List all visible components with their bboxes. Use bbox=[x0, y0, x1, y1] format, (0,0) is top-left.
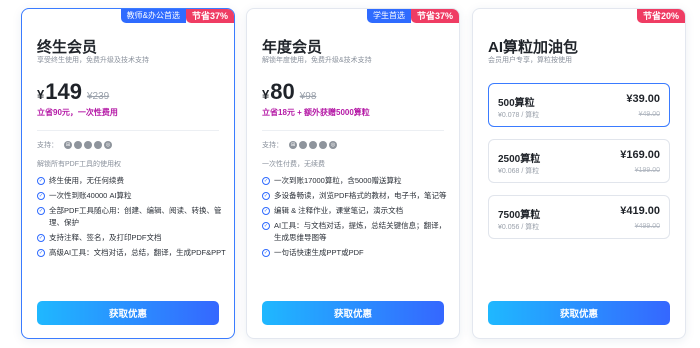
feature-text: 一次到账17000算粒，含5000赠送算粒 bbox=[274, 176, 402, 185]
windows-icon: ⊞ bbox=[289, 141, 297, 149]
feature-item: ✓ 一次到账17000算粒，含5000赠送算粒 bbox=[262, 175, 452, 187]
web-icon: ◎ bbox=[329, 141, 337, 149]
option-unit-price: ¥0.068 / 算粒 bbox=[498, 168, 540, 175]
feature-text: 支持注释、签名，及打印PDF文档 bbox=[49, 233, 162, 242]
divider bbox=[262, 130, 444, 131]
web-icon: ◎ bbox=[104, 141, 112, 149]
currency-symbol: ¥ bbox=[37, 87, 45, 102]
badge-primary: 教师&办公首选 bbox=[120, 9, 186, 23]
badge-primary: 学生首选 bbox=[366, 9, 411, 23]
plan-title: AI算粒加油包 bbox=[488, 39, 579, 56]
credit-option-2500[interactable]: 2500算粒 ¥0.068 / 算粒 ¥169.00 ¥199.00 bbox=[488, 139, 670, 183]
plan-note: 解锁所有PDF工具的使用权 bbox=[37, 161, 121, 168]
option-name: 2500算粒 bbox=[498, 154, 541, 165]
support-label: 支持： bbox=[262, 142, 283, 149]
check-icon: ✓ bbox=[37, 234, 45, 242]
check-icon: ✓ bbox=[37, 192, 45, 200]
price-amount: 149 bbox=[45, 79, 82, 104]
plan-title: 年度会员 bbox=[262, 39, 323, 56]
credit-option-500[interactable]: 500算粒 ¥0.078 / 算粒 ¥39.00 ¥49.00 bbox=[488, 83, 670, 127]
option-unit-price: ¥0.056 / 算粒 bbox=[498, 224, 540, 231]
feature-item: ✓ 全部PDF工具随心用：创建、编辑、阅读、转换、管理、保护 bbox=[37, 205, 227, 229]
check-icon: ✓ bbox=[262, 222, 270, 230]
plan-subtitle: 解锁年度使用，免费升级&技术支持 bbox=[262, 57, 372, 64]
option-price: ¥39.00 bbox=[626, 93, 660, 105]
feature-text: 多设备畅读，浏览PDF格式的教材，电子书，笔记等 bbox=[274, 191, 447, 200]
plan-title: 终生会员 bbox=[37, 39, 98, 56]
get-offer-button[interactable]: 获取优惠 bbox=[262, 301, 444, 325]
feature-text: 一句话快速生成PPT或PDF bbox=[274, 248, 364, 257]
option-price: ¥419.00 bbox=[620, 205, 660, 217]
credit-option-7500[interactable]: 7500算粒 ¥0.056 / 算粒 ¥419.00 ¥499.00 bbox=[488, 195, 670, 239]
windows-icon: ⊞ bbox=[64, 141, 72, 149]
discount-badge: 节省37% bbox=[185, 9, 234, 23]
check-icon: ✓ bbox=[37, 249, 45, 257]
feature-text: 一次性到账40000 AI算粒 bbox=[49, 191, 132, 200]
option-original-price: ¥499.00 bbox=[634, 223, 660, 230]
discount-badge: 节省20% bbox=[636, 9, 685, 23]
feature-item: ✓ 一句话快速生成PPT或PDF bbox=[262, 247, 452, 259]
feature-text: 终生使用，无任何续费 bbox=[49, 176, 124, 185]
get-offer-button[interactable]: 获取优惠 bbox=[37, 301, 219, 325]
plan-card-ai-credits[interactable]: 节省20% AI算粒加油包 会员用户专享，算粒按使用 500算粒 ¥0.078 … bbox=[472, 8, 686, 339]
plan-price: ¥ 149 ¥239 bbox=[37, 79, 109, 105]
platform-support: 支持： ⊞ ◎ bbox=[262, 140, 339, 150]
get-offer-button[interactable]: 获取优惠 bbox=[488, 301, 670, 325]
apple-icon bbox=[299, 141, 307, 149]
promo-text: 立省18元 + 额外获赠5000算粒 bbox=[262, 108, 370, 117]
plan-card-lifetime[interactable]: 教师&办公首选 节省37% 终生会员 享受终生使用，免费升级及技术支持 ¥ 14… bbox=[21, 8, 235, 339]
check-icon: ✓ bbox=[37, 207, 45, 215]
badge-group: 学生首选 节省37% bbox=[366, 9, 459, 23]
ios-icon bbox=[94, 141, 102, 149]
feature-item: ✓ 高级AI工具：文档对话，总结，翻译，生成PDF&PPT bbox=[37, 247, 227, 259]
plan-subtitle: 享受终生使用，免费升级及技术支持 bbox=[37, 57, 149, 64]
apple-icon bbox=[74, 141, 82, 149]
option-name: 500算粒 bbox=[498, 98, 535, 109]
feature-item: ✓ 终生使用，无任何续费 bbox=[37, 175, 227, 187]
ios-icon bbox=[319, 141, 327, 149]
option-original-price: ¥49.00 bbox=[638, 111, 660, 118]
feature-item: ✓ AI工具：与文档对话，提炼，总结关键信息；翻译，生成思维导图等 bbox=[262, 220, 452, 244]
check-icon: ✓ bbox=[262, 192, 270, 200]
price-amount: 80 bbox=[270, 79, 295, 104]
option-name: 7500算粒 bbox=[498, 210, 541, 221]
platform-support: 支持： ⊞ ◎ bbox=[37, 140, 114, 150]
option-price: ¥169.00 bbox=[620, 149, 660, 161]
currency-symbol: ¥ bbox=[262, 87, 270, 102]
feature-text: 编辑 & 注释作业，课堂笔记，演示文档 bbox=[274, 206, 404, 215]
feature-list: ✓ 一次到账17000算粒，含5000赠送算粒 ✓ 多设备畅读，浏览PDF格式的教材… bbox=[262, 175, 452, 262]
check-icon: ✓ bbox=[262, 177, 270, 185]
check-icon: ✓ bbox=[37, 177, 45, 185]
android-icon bbox=[84, 141, 92, 149]
check-icon: ✓ bbox=[262, 207, 270, 215]
plan-card-annual[interactable]: 学生首选 节省37% 年度会员 解锁年度使用，免费升级&技术支持 ¥ 80 ¥9… bbox=[246, 8, 460, 339]
badge-group: 教师&办公首选 节省37% bbox=[120, 9, 234, 23]
promo-text: 立省90元，一次性费用 bbox=[37, 108, 118, 117]
check-icon: ✓ bbox=[262, 249, 270, 257]
option-unit-price: ¥0.078 / 算粒 bbox=[498, 112, 540, 119]
feature-item: ✓ 支持注释、签名，及打印PDF文档 bbox=[37, 232, 227, 244]
feature-text: 高级AI工具：文档对话，总结，翻译，生成PDF&PPT bbox=[49, 248, 226, 257]
support-label: 支持： bbox=[37, 142, 58, 149]
feature-text: AI工具：与文档对话，提炼，总结关键信息；翻译，生成思维导图等 bbox=[274, 221, 447, 242]
plan-price: ¥ 80 ¥98 bbox=[262, 79, 316, 105]
plan-note: 一次性付费，无续费 bbox=[262, 161, 325, 168]
option-original-price: ¥199.00 bbox=[634, 167, 660, 174]
android-icon bbox=[309, 141, 317, 149]
original-price: ¥98 bbox=[299, 91, 317, 102]
discount-badge: 节省37% bbox=[410, 9, 459, 23]
original-price: ¥239 bbox=[86, 91, 110, 102]
plan-subtitle: 会员用户专享，算粒按使用 bbox=[488, 57, 572, 64]
feature-list: ✓ 终生使用，无任何续费 ✓ 一次性到账40000 AI算粒 ✓ 全部PDF工具随心用… bbox=[37, 175, 227, 262]
feature-item: ✓ 一次性到账40000 AI算粒 bbox=[37, 190, 227, 202]
feature-item: ✓ 多设备畅读，浏览PDF格式的教材，电子书，笔记等 bbox=[262, 190, 452, 202]
feature-item: ✓ 编辑 & 注释作业，课堂笔记，演示文档 bbox=[262, 205, 452, 217]
feature-text: 全部PDF工具随心用：创建、编辑、阅读、转换、管理、保护 bbox=[49, 206, 222, 227]
badge-group: 节省20% bbox=[636, 9, 685, 23]
divider bbox=[37, 130, 219, 131]
